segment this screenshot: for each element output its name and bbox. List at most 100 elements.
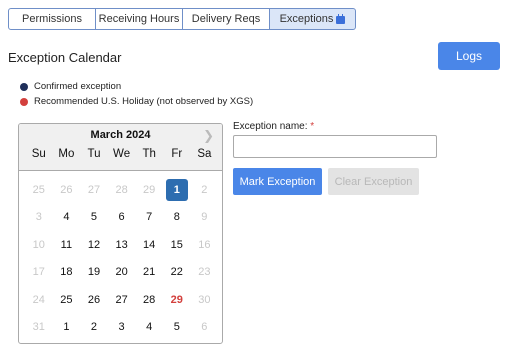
label-text: Exception name:	[233, 121, 308, 132]
calendar-day[interactable]: 4	[135, 314, 163, 342]
tab-receiving-hours[interactable]: Receiving Hours	[95, 8, 183, 30]
calendar-day[interactable]: 3	[108, 314, 136, 342]
calendar-day[interactable]: 21	[135, 259, 163, 287]
calendar-day[interactable]: 23	[191, 259, 219, 287]
calendar-week: 3 4 5 6 7 8 9	[25, 204, 218, 232]
day-number: 14	[143, 238, 156, 251]
day-number: 1	[63, 321, 70, 334]
calendar-day[interactable]: 4	[53, 204, 81, 232]
calendar-day-confirmed[interactable]: 1	[163, 176, 191, 204]
calendar-day[interactable]: 8	[163, 204, 191, 232]
weekday-label: Th	[142, 148, 156, 160]
calendar-day[interactable]: 1	[53, 314, 81, 342]
calendar-day[interactable]: 28	[108, 176, 136, 204]
clear-exception-button[interactable]: Clear Exception	[328, 168, 419, 195]
calendar-header: March 2024 ❯ Su Mo Tu We Th Fr Sa	[19, 124, 222, 171]
weekday-header: Su Mo Tu We Th Fr Sa	[25, 148, 218, 160]
day-number: 19	[87, 266, 101, 279]
mark-exception-button[interactable]: Mark Exception	[233, 168, 322, 195]
tab-bar: Permissions Receiving Hours Delivery Req…	[8, 8, 356, 30]
day-number: 17	[32, 266, 45, 279]
calendar-day[interactable]: 7	[135, 204, 163, 232]
day-number: 4	[146, 321, 153, 334]
day-number: 6	[201, 321, 208, 334]
calendar-day[interactable]: 29	[135, 176, 163, 204]
calendar-day[interactable]: 26	[53, 176, 81, 204]
day-number: 22	[170, 266, 183, 279]
chevron-right-icon[interactable]: ❯	[203, 128, 214, 144]
calendar-day[interactable]: 12	[80, 231, 108, 259]
calendar-week: 17 18 19 20 21 22 23	[25, 259, 218, 287]
calendar-day[interactable]: 19	[80, 259, 108, 287]
calendar-day[interactable]: 31	[25, 314, 53, 342]
day-number: 15	[170, 238, 183, 251]
tab-delivery-reqs[interactable]: Delivery Reqs	[182, 8, 270, 30]
calendar-day-holiday[interactable]: 29	[163, 286, 191, 314]
calendar-day[interactable]: 26	[80, 286, 108, 314]
logs-button[interactable]: Logs	[438, 42, 500, 70]
calendar-week: 10 11 12 13 14 15 16	[25, 231, 218, 259]
calendar-day[interactable]: 9	[191, 204, 219, 232]
day-number: 23	[198, 266, 211, 279]
day-number: 27	[115, 293, 128, 306]
tab-label: Permissions	[22, 13, 82, 25]
weekday-label: Fr	[171, 148, 183, 160]
day-number: 27	[87, 183, 101, 196]
calendar-week: 25 26 27 28 29 1 2	[25, 176, 218, 204]
required-mark: *	[310, 121, 315, 132]
day-number: 2	[201, 183, 208, 196]
calendar-day[interactable]: 16	[191, 231, 219, 259]
tab-permissions[interactable]: Permissions	[8, 8, 96, 30]
calendar-day[interactable]: 2	[80, 314, 108, 342]
day-number: 7	[146, 211, 153, 224]
day-number: 29	[170, 293, 183, 306]
calendar-day[interactable]: 3	[25, 204, 53, 232]
calendar-week: 31 1 2 3 4 5 6	[25, 314, 218, 342]
calendar-day[interactable]: 30	[191, 286, 219, 314]
day-number: 28	[143, 293, 156, 306]
legend-label: Recommended U.S. Holiday (not observed b…	[34, 96, 254, 107]
weekday-label: Su	[31, 148, 46, 160]
day-number: 24	[32, 293, 45, 306]
exception-name-label: Exception name: *	[233, 121, 314, 132]
calendar-day[interactable]: 25	[25, 176, 53, 204]
calendar-day[interactable]: 2	[191, 176, 219, 204]
calendar-day[interactable]: 13	[108, 231, 136, 259]
tab-label: Delivery Reqs	[191, 13, 261, 25]
calendar-day[interactable]: 18	[53, 259, 81, 287]
calendar-day[interactable]: 10	[25, 231, 53, 259]
day-number: 12	[87, 238, 101, 251]
calendar-day[interactable]: 5	[163, 314, 191, 342]
day-number: 26	[60, 183, 73, 196]
calendar-day[interactable]: 14	[135, 231, 163, 259]
calendar-day[interactable]: 15	[163, 231, 191, 259]
calendar-day[interactable]: 27	[108, 286, 136, 314]
calendar-icon	[336, 14, 346, 24]
exception-name-input[interactable]	[233, 135, 437, 158]
calendar-grid: 25 26 27 28 29 1 2 3 4 5 6 7 8 9 10 11 12 13 14 15 16 17 18 19 2…	[25, 176, 218, 341]
calendar-day[interactable]: 22	[163, 259, 191, 287]
tab-exceptions[interactable]: Exceptions	[269, 8, 356, 30]
day-number: 1	[165, 178, 188, 201]
calendar-day[interactable]: 5	[80, 204, 108, 232]
calendar-day[interactable]: 27	[80, 176, 108, 204]
day-number: 11	[60, 238, 73, 251]
weekday-label: Sa	[197, 148, 212, 160]
calendar-week: 24 25 26 27 28 29 30	[25, 286, 218, 314]
calendar-day[interactable]: 28	[135, 286, 163, 314]
calendar-day[interactable]: 17	[25, 259, 53, 287]
calendar-day[interactable]: 25	[53, 286, 81, 314]
day-number: 25	[60, 293, 73, 306]
day-number: 30	[198, 293, 211, 306]
calendar-day[interactable]: 6	[191, 314, 219, 342]
dot-icon	[20, 97, 28, 106]
page-title: Exception Calendar	[8, 50, 122, 65]
legend-holiday: Recommended U.S. Holiday (not observed b…	[20, 96, 253, 107]
legend-label: Confirmed exception	[34, 81, 122, 92]
calendar-day[interactable]: 24	[25, 286, 53, 314]
calendar-day[interactable]: 11	[53, 231, 81, 259]
day-number: 4	[63, 211, 70, 224]
calendar-day[interactable]: 20	[108, 259, 136, 287]
tab-label: Receiving Hours	[98, 13, 180, 25]
calendar-day[interactable]: 6	[108, 204, 136, 232]
